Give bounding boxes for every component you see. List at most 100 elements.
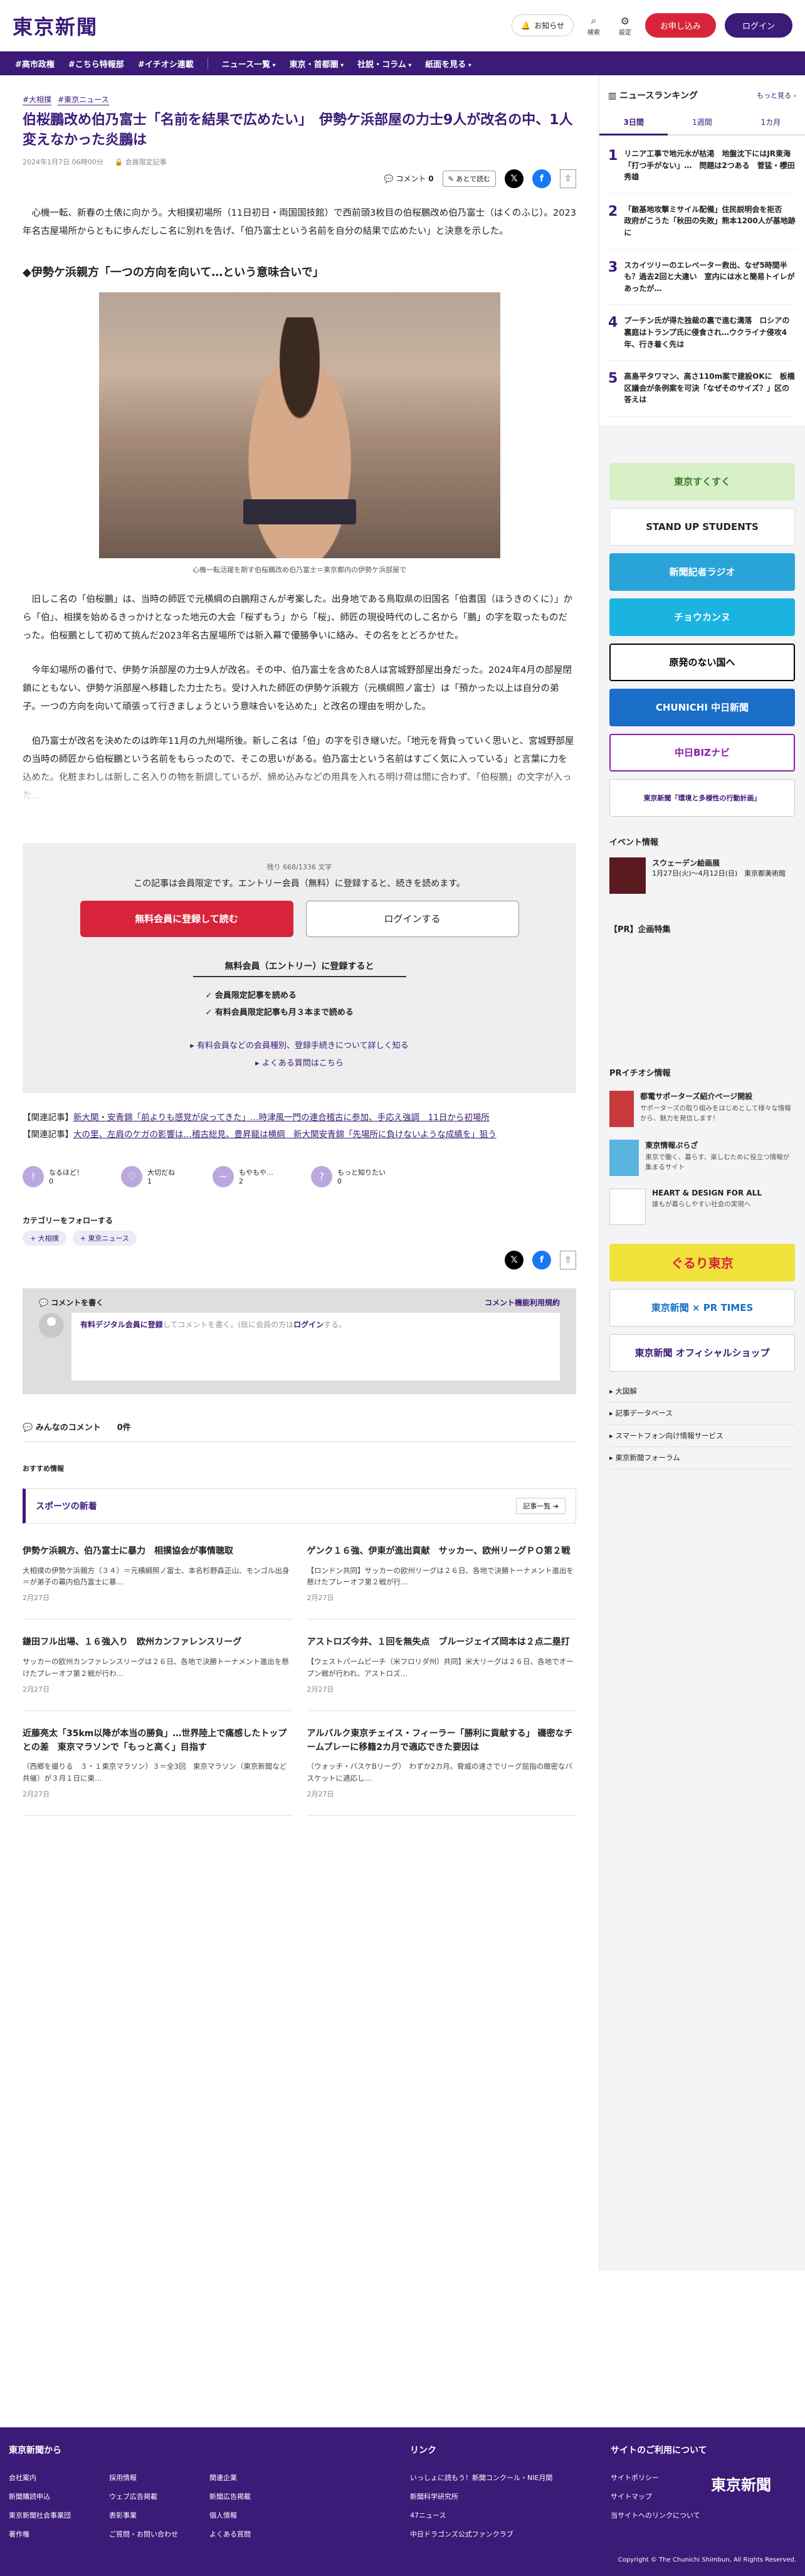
banner-genpatsu[interactable]: 原発のない国へ (609, 643, 795, 681)
top-header: 東京新聞 🔔 お知らせ ⌕ 検索 ⚙ 設定 お申し込み ログイン (0, 0, 805, 51)
notice-button[interactable]: 🔔 お知らせ (512, 14, 574, 36)
facebook-share-icon[interactable]: f (532, 169, 551, 188)
side-link[interactable]: スマートフォン向け情報サービス (609, 1425, 795, 1448)
banner-chokanu[interactable]: チョウカンヌ (609, 598, 795, 636)
footer-link[interactable]: 新聞購読申込 (9, 2491, 109, 2501)
lock-icon: 🔒 (114, 157, 124, 166)
side-link[interactable]: 東京新聞フォーラム (609, 1447, 795, 1470)
comment-input[interactable]: 有料デジタル会員に登録してコメントを書く。(既に会員の方はログインする。 (71, 1312, 560, 1381)
share-icon[interactable]: ⇧ (560, 1250, 576, 1269)
banner-radio[interactable]: 新聞記者ラジオ (609, 553, 795, 591)
nav-tag-2[interactable]: #こちら特報部 (68, 58, 124, 70)
site-logo[interactable]: 東京新聞 (13, 11, 98, 40)
comment-rules-link[interactable]: コメント機能利用規約 (485, 1297, 560, 1308)
login-button[interactable]: ログイン (724, 13, 792, 38)
side-link[interactable]: 記事データベース (609, 1402, 795, 1425)
footer-link[interactable]: 東京新聞社会事業団 (9, 2510, 109, 2520)
pr-item[interactable]: 東京情報ぷらざ 東京で働く、暮らす、楽しむために役立つ情報が集まるサイト (599, 1133, 805, 1182)
related-article-link[interactable]: 新大関・安青錦「前よりも感覚が戻ってきた」…時津風一門の連合稽古に参加、手応え強… (73, 1113, 490, 1123)
tab-1week[interactable]: 1週間 (668, 110, 737, 135)
banner-standup[interactable]: STAND UP STUDENTS (609, 507, 795, 546)
banner-shop[interactable]: 東京新聞 オフィシャルショップ (609, 1333, 795, 1372)
footer-logo[interactable]: 東京新聞 (711, 2473, 771, 2494)
news-item[interactable]: ゲンク１６強、伊東が進出貢献 サッカー、欧州リーグＰＯ第２戦 【ロンドン共同】サッ… (307, 1545, 576, 1620)
footer-link[interactable]: 新聞科学研究所 (410, 2491, 611, 2501)
news-item[interactable]: 鎌田フル出場、１６強入り 欧州カンファレンスリーグ サッカーの欧州カンファレンスリ… (23, 1636, 292, 1711)
reaction-motto[interactable]: ? もっと知りたい 0 (311, 1165, 386, 1187)
footer-link[interactable]: 著作権 (9, 2529, 109, 2539)
ranking-more-link[interactable]: もっと見る › (757, 90, 796, 100)
follow-category[interactable]: + 大相撲 (23, 1230, 66, 1246)
register-free-button[interactable]: 無料会員に登録して読む (80, 900, 293, 937)
ranking-item[interactable]: 4 プーチン氏が得た独裁の裏で進む溝落 ロシアの裏庭はトランプ氏に侵食され…ウクラ… (608, 305, 796, 361)
settings-button[interactable]: ⚙ 設定 (614, 15, 636, 36)
article-photo (98, 292, 500, 558)
faq-link[interactable]: よくある質問はこちら (79, 1055, 520, 1072)
facebook-share-icon[interactable]: f (532, 1250, 551, 1269)
share-icon[interactable]: ⇧ (560, 169, 576, 188)
apply-button[interactable]: お申し込み (645, 13, 716, 38)
tab-3days[interactable]: 3日間 (599, 110, 668, 135)
footer-link[interactable]: 関連企業 (209, 2473, 310, 2483)
paywall-login-button[interactable]: ログインする (305, 900, 519, 937)
event-item[interactable]: スウェーデン絵画展 1月27日(火)～4月12日(日) 東京都美術館 (599, 854, 805, 898)
nav-tag-3[interactable]: #イチオシ連載 (138, 58, 194, 70)
banner-environment[interactable]: 東京新聞「環境と多様性の行動計画」 (609, 778, 795, 817)
ranking-item[interactable]: 2 「敵基地攻撃ミサイル配備」住民説明会を拒否 政府がこうた「秋田の失敗」熊本12… (608, 194, 796, 250)
reaction-taisetsu[interactable]: ♡ 大切だね 1 (121, 1165, 175, 1187)
nav-tag-1[interactable]: #高市政権 (15, 58, 55, 70)
footer-link[interactable]: 採用情報 (109, 2473, 209, 2483)
comment-icon: 💬 (384, 174, 394, 184)
news-grid: 伊勢ケ浜親方、伯乃富士に暴力 相撲協会が事情聴取 大相撲の伊勢ケ浜親方（３４）＝元… (23, 1545, 576, 1832)
banner-biznavi[interactable]: 中日BIZナビ (609, 733, 795, 771)
ranking-item[interactable]: 3 スカイツリーのエレベーター救出、なぜ5時間半も？過去2回と大違い 室内には水と… (608, 250, 796, 305)
footer-link[interactable]: 当サイトへのリンクについて (611, 2510, 792, 2520)
footer-link[interactable]: いっしょに読もう！新聞コンクール・NIE月間 (410, 2473, 611, 2483)
pr-thumbnail (609, 1139, 639, 1176)
follow-category[interactable]: + 東京ニュース (72, 1230, 137, 1246)
nav-menu-tokyo[interactable]: 東京・首都圏 (290, 58, 344, 70)
banner-prtimes[interactable]: 東京新聞 × PR TIMES (609, 1288, 795, 1327)
article-list-link[interactable]: 記事一覧 ➔ (516, 1497, 566, 1514)
news-item[interactable]: アストロズ今井、１回を無失点 ブルージェイズ岡本は２点二塁打 【ウェストパームビー… (307, 1636, 576, 1711)
reaction-naruhodo[interactable]: ! なるほど！ 0 (23, 1165, 83, 1187)
read-later-button[interactable]: ✎ あとで読む (442, 170, 496, 187)
membership-info-link[interactable]: 有料会員などの会員種別、登録手続きについて詳しく知る (79, 1037, 520, 1054)
banner-gururi[interactable]: ぐるり東京 (609, 1243, 795, 1281)
x-share-icon[interactable]: 𝕏 (505, 169, 524, 188)
benefit-item: 有料会員限定記事も月３本まで読める (206, 1004, 394, 1021)
footer-link[interactable]: ご質問・お問い合わせ (109, 2529, 209, 2539)
search-button[interactable]: ⌕ 検索 (582, 14, 605, 36)
sidebar: ▥ ニュースランキング もっと見る › 3日間 1週間 1カ月 1 リニア工事で地元… (599, 75, 805, 2271)
side-link[interactable]: 大図解 (609, 1381, 795, 1403)
comment-count-link[interactable]: 💬 コメント 0 (384, 173, 434, 184)
reaction-moyamoya[interactable]: ~ もやもや… 2 (213, 1165, 273, 1187)
ranking-item[interactable]: 1 リニア工事で地元水が枯渇 地盤沈下にはJR東海「打つ手がない」… 問題は2つあ… (608, 138, 796, 194)
banner-chunichi[interactable]: CHUNICHI 中日新聞 (609, 688, 795, 726)
footer-link[interactable]: 会社案内 (9, 2473, 109, 2483)
footer-link[interactable]: 中日ドラゴンズ公式ファンクラブ (410, 2529, 611, 2539)
tab-1month[interactable]: 1カ月 (736, 110, 805, 135)
banner-sukusuku[interactable]: 東京すくすく (609, 462, 795, 501)
nav-menu-news[interactable]: ニュース一覧 (222, 58, 276, 70)
footer-link[interactable]: 個人情報 (209, 2510, 310, 2520)
news-item[interactable]: 近藤亮太「35km以降が本当の勝負」…世界陸上で痛感したトップとの差 東京マラソ… (23, 1727, 292, 1816)
site-footer: 東京新聞から 会社案内 採用情報 関連企業 新聞購読申込 ウェブ広告掲載 新聞広… (0, 2427, 805, 2576)
footer-link[interactable]: 47ニュース (410, 2510, 611, 2520)
news-item[interactable]: アルバルク東京チェイス・フィーラー「勝利に貢献する」 磯密なチームプレーに移籍2… (307, 1727, 576, 1816)
footer-link[interactable]: 新聞広告掲載 (209, 2491, 310, 2501)
related-article-link[interactable]: 大の里、左肩のケガの影響は…稽古総見、豊昇龍は横綱 新大関安青錦「先場所に負けな… (73, 1130, 497, 1140)
pr-item[interactable]: 都電サポーターズ紹介ページ開設 サポーターズの取り組みをはじめとして様々な情報から… (599, 1084, 805, 1133)
comment-icon: 💬 (39, 1298, 48, 1307)
footer-link[interactable]: ウェブ広告掲載 (109, 2491, 209, 2501)
article-tag[interactable]: #東京ニュース (58, 94, 109, 105)
pr-item[interactable]: HEART & DESIGN FOR ALL 誰もが暮らしやすい社会の実現へ (599, 1182, 805, 1231)
footer-link[interactable]: 表彰事業 (109, 2510, 209, 2520)
news-item[interactable]: 伊勢ケ浜親方、伯乃富士に暴力 相撲協会が事情聴取 大相撲の伊勢ケ浜親方（３４）＝元… (23, 1545, 292, 1620)
footer-link[interactable]: よくある質問 (209, 2529, 310, 2539)
nav-menu-paper[interactable]: 紙面を見る (425, 58, 471, 70)
ranking-item[interactable]: 5 高島平タワマン、高さ110m案で建設OKに 板橋区議会が条例案を可決「なぜその… (608, 361, 796, 416)
nav-menu-editorial[interactable]: 社説・コラム (357, 58, 411, 70)
article-tag[interactable]: #大相撲 (23, 94, 52, 105)
x-share-icon[interactable]: 𝕏 (505, 1250, 524, 1269)
